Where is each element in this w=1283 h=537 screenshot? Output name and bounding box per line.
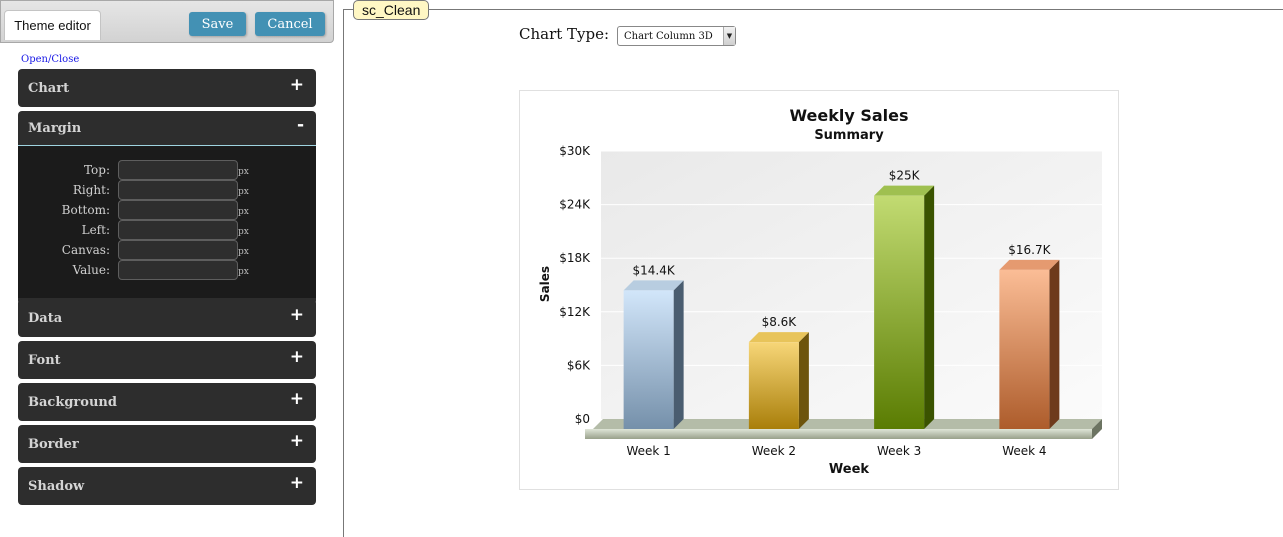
bar-side (799, 332, 809, 429)
margin-left-input[interactable] (118, 220, 238, 240)
bar (874, 196, 924, 429)
unit-label: px (238, 227, 249, 237)
margin-value-row: Value: px (18, 260, 316, 280)
theme-name-legend: sc_Clean (353, 0, 429, 20)
bar-top (749, 332, 809, 342)
bar-side (924, 186, 934, 429)
y-tick-label: $24K (559, 198, 591, 212)
x-tick-label: Week 2 (752, 444, 796, 458)
field-label: Top: (18, 163, 118, 177)
section-title: Chart (28, 81, 69, 96)
bar-side (674, 280, 684, 429)
bar-top (624, 280, 684, 290)
margin-top-row: Top: px (18, 160, 316, 180)
section-border[interactable]: Border + (18, 425, 316, 463)
fieldset-border (343, 9, 344, 537)
section-background-header[interactable]: Background + (18, 383, 316, 421)
margin-right-row: Right: px (18, 180, 316, 200)
section-title: Font (28, 353, 61, 368)
unit-label: px (238, 267, 249, 277)
field-label: Canvas: (18, 243, 118, 257)
margin-canvas-input[interactable] (118, 240, 238, 260)
chart-subtitle: Summary (814, 128, 884, 143)
cancel-button[interactable]: Cancel (255, 12, 325, 36)
field-label: Left: (18, 223, 118, 237)
expand-plus-icon[interactable]: + (290, 431, 304, 451)
margin-form: Top: px Right: px Bottom: px Left: px Ca… (18, 146, 316, 304)
y-tick-label: $12K (559, 305, 591, 319)
unit-label: px (238, 207, 249, 217)
floor-front (585, 429, 1092, 439)
unit-label: px (238, 187, 249, 197)
x-tick-label: Week 1 (626, 444, 670, 458)
x-tick-label: Week 4 (1002, 444, 1046, 458)
section-border-header[interactable]: Border + (18, 425, 316, 463)
tab-theme-editor[interactable]: Theme editor (4, 10, 101, 40)
section-data-header[interactable]: Data + (18, 299, 316, 337)
bar (749, 342, 799, 429)
margin-left-row: Left: px (18, 220, 316, 240)
section-font[interactable]: Font + (18, 341, 316, 379)
unit-label: px (238, 247, 249, 257)
margin-value-input[interactable] (118, 260, 238, 280)
y-tick-label: $30K (559, 144, 591, 158)
chart-type-select[interactable]: Chart Column 3D ▼ (617, 26, 736, 46)
section-shadow[interactable]: Shadow + (18, 467, 316, 505)
collapse-minus-icon[interactable]: - (297, 115, 304, 135)
chart-type-label: Chart Type: (519, 25, 609, 43)
section-title: Background (28, 395, 117, 410)
margin-canvas-row: Canvas: px (18, 240, 316, 260)
expand-plus-icon[interactable]: + (290, 347, 304, 367)
bar-value-label: $25K (889, 169, 921, 183)
margin-bottom-input[interactable] (118, 200, 238, 220)
margin-bottom-row: Bottom: px (18, 200, 316, 220)
fieldset-border (344, 9, 1283, 10)
section-shadow-header[interactable]: Shadow + (18, 467, 316, 505)
open-close-link[interactable]: Open/Close (21, 54, 79, 65)
column-3d-chart: Weekly Sales Summary Sales Week $0 $6K $12… (520, 91, 1120, 491)
expand-plus-icon[interactable]: + (290, 305, 304, 325)
dropdown-arrow-icon[interactable]: ▼ (723, 27, 735, 45)
y-tick-label: $6K (567, 358, 591, 372)
section-margin-header[interactable]: Margin - (18, 111, 316, 146)
x-axis-label: Week (829, 462, 870, 477)
expand-plus-icon[interactable]: + (290, 75, 304, 95)
section-background[interactable]: Background + (18, 383, 316, 421)
save-button[interactable]: Save (189, 12, 246, 36)
bar-top (999, 260, 1059, 270)
bar-value-label: $16.7K (1008, 243, 1051, 257)
expand-plus-icon[interactable]: + (290, 473, 304, 493)
margin-top-input[interactable] (118, 160, 238, 180)
field-label: Bottom: (18, 203, 118, 217)
bar-value-label: $8.6K (762, 315, 798, 329)
section-chart[interactable]: Chart + (18, 69, 316, 107)
margin-right-input[interactable] (118, 180, 238, 200)
chart-title: Weekly Sales (789, 106, 908, 125)
y-tick-label: $0 (575, 412, 590, 426)
bar-top (874, 186, 934, 196)
bar-value-label: $14.4K (633, 263, 676, 277)
x-tick-label: Week 3 (877, 444, 921, 458)
field-label: Right: (18, 183, 118, 197)
section-data[interactable]: Data + (18, 299, 316, 337)
bar (999, 270, 1049, 429)
chart-type-selected: Chart Column 3D (624, 31, 713, 42)
bar (624, 290, 674, 429)
expand-plus-icon[interactable]: + (290, 389, 304, 409)
section-title: Margin (28, 121, 81, 136)
chart-container: Weekly Sales Summary Sales Week $0 $6K $12… (519, 90, 1119, 490)
section-font-header[interactable]: Font + (18, 341, 316, 379)
section-margin: Margin - Top: px Right: px Bottom: px Le… (18, 111, 316, 304)
unit-label: px (238, 167, 249, 177)
section-title: Border (28, 437, 79, 452)
section-chart-header[interactable]: Chart + (18, 69, 316, 107)
section-title: Shadow (28, 479, 84, 494)
bar-side (1049, 260, 1059, 429)
section-title: Data (28, 311, 62, 326)
editor-toolbar: Theme editor Save Cancel (0, 0, 334, 43)
field-label: Value: (18, 263, 118, 277)
y-tick-label: $18K (559, 251, 591, 265)
y-axis-label: Sales (538, 266, 552, 302)
